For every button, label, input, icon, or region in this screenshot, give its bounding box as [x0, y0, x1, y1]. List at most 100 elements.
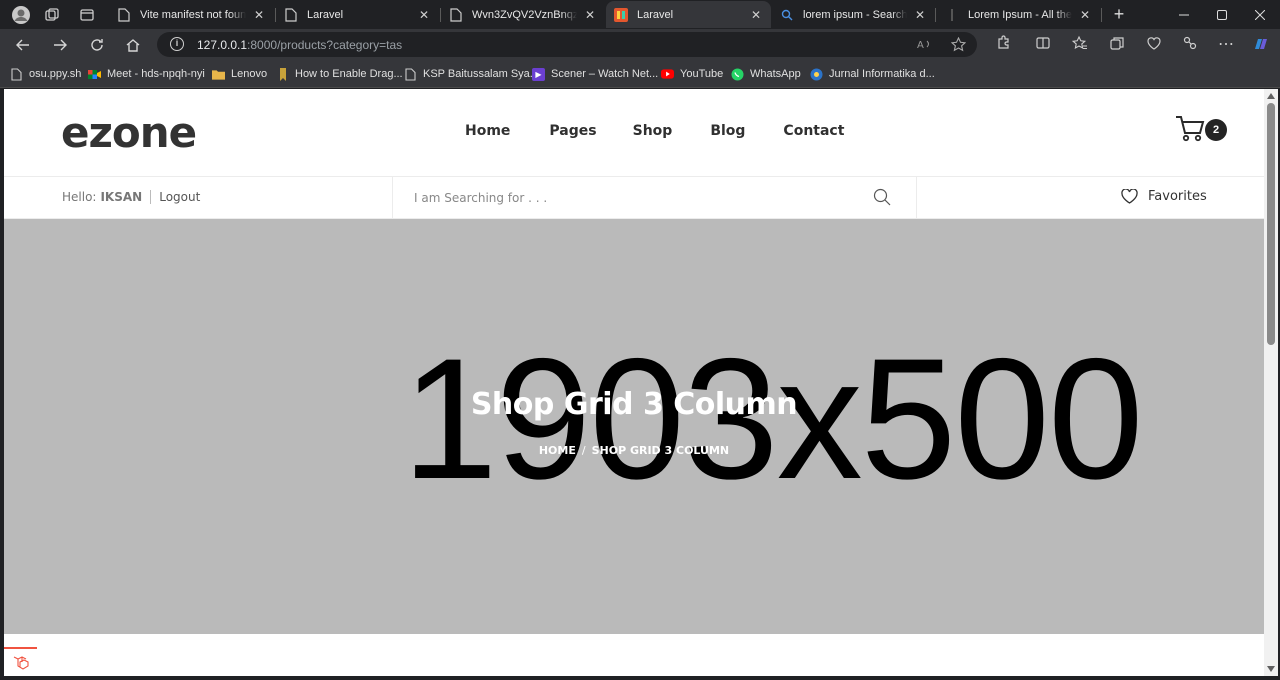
back-button[interactable] — [11, 33, 35, 57]
minimize-button[interactable] — [1165, 0, 1203, 29]
nav-contact[interactable]: Contact — [783, 123, 844, 139]
home-button[interactable] — [121, 33, 145, 57]
tab-strip: Vite manifest not found a ✕ Laravel ✕ Wv… — [0, 0, 1280, 29]
search-icon — [780, 8, 794, 22]
laravel-debugbar-icon[interactable] — [4, 647, 37, 676]
maximize-button[interactable] — [1203, 0, 1241, 29]
logout-link[interactable]: Logout — [159, 190, 200, 204]
nav-pages[interactable]: Pages — [549, 123, 596, 139]
star-icon[interactable] — [950, 36, 966, 53]
cart-button[interactable]: 2 — [1175, 115, 1235, 145]
lipsum-favicon — [945, 8, 959, 22]
youtube-icon — [661, 68, 674, 81]
new-tab-button[interactable]: + — [1108, 4, 1130, 26]
tab-laravel-1[interactable]: Laravel ✕ — [276, 1, 439, 28]
document-icon — [449, 7, 463, 22]
tab-title: lorem ipsum - Search — [803, 8, 907, 21]
copilot-sidebar-icon[interactable] — [1180, 35, 1200, 55]
svg-text:A: A — [917, 40, 924, 51]
close-icon[interactable]: ✕ — [252, 8, 266, 22]
username: IKSAN — [100, 190, 143, 204]
bookmark-icon — [276, 67, 289, 81]
breadcrumb-home[interactable]: HOME — [539, 444, 576, 457]
scroll-up-arrow[interactable] — [1267, 93, 1275, 99]
read-aloud-icon[interactable]: A — [917, 37, 933, 53]
refresh-button[interactable] — [85, 33, 109, 57]
tab-lorem-ipsum[interactable]: Lorem Ipsum - All the fac ✕ — [937, 1, 1100, 28]
tab-lorem-search[interactable]: lorem ipsum - Search ✕ — [772, 1, 935, 28]
copilot-icon[interactable] — [1251, 35, 1271, 55]
close-window-button[interactable] — [1241, 0, 1279, 29]
tab-separator — [1101, 8, 1102, 22]
page-banner: 1903x500 Shop Grid 3 Column HOME / SHOP GR… — [4, 219, 1264, 634]
browser-toolbar: i 127.0.0.1:8000/products?category=tas A… — [0, 29, 1280, 60]
split-screen-icon[interactable] — [1033, 35, 1053, 55]
cart-count-badge: 2 — [1205, 119, 1227, 141]
hello-label: Hello: — [62, 190, 97, 204]
main-nav: Home Pages Shop Blog Contact — [465, 123, 844, 139]
favorites-label: Favorites — [1148, 189, 1207, 204]
scroll-down-arrow[interactable] — [1267, 666, 1275, 672]
browser-essentials-icon[interactable] — [1144, 35, 1164, 55]
close-icon[interactable]: ✕ — [417, 8, 431, 22]
workspaces-icon[interactable] — [35, 0, 69, 29]
tab-random-id[interactable]: Wvn3ZvQV2VznBnqzZxIE ✕ — [441, 1, 605, 28]
bookmark-lenovo[interactable]: Lenovo — [212, 66, 267, 82]
heart-icon — [1121, 189, 1138, 204]
bookmark-osu[interactable]: osu.ppy.sh — [10, 66, 81, 82]
bookmark-ksp[interactable]: KSP Baitussalam Sya... — [404, 66, 539, 82]
bookmark-meet[interactable]: Meet - hds-npqh-nyi — [88, 66, 205, 82]
account-search-bar: Hello: IKSAN Logout Favorites — [4, 177, 1264, 219]
divider — [916, 177, 917, 219]
document-icon — [10, 67, 23, 81]
search-icon[interactable] — [873, 188, 893, 208]
document-icon — [404, 67, 417, 81]
bookmark-drag[interactable]: How to Enable Drag... — [276, 66, 403, 82]
scrollbar-thumb[interactable] — [1267, 103, 1275, 345]
bookmark-whatsapp[interactable]: WhatsApp — [731, 66, 801, 82]
breadcrumb-separator: / — [581, 444, 586, 457]
tab-separator — [935, 8, 936, 22]
close-icon[interactable]: ✕ — [913, 8, 927, 22]
site-favicon — [614, 7, 628, 22]
extensions-icon[interactable] — [993, 35, 1013, 55]
url-text[interactable]: 127.0.0.1:8000/products?category=tas — [197, 38, 402, 52]
divider — [392, 177, 393, 219]
profile-avatar[interactable] — [4, 0, 38, 29]
bookmark-youtube[interactable]: YouTube — [661, 66, 723, 82]
breadcrumb-current: SHOP GRID 3 COLUMN — [591, 444, 730, 457]
forward-button[interactable] — [48, 33, 72, 57]
bookmarks-bar: osu.ppy.sh Meet - hds-npqh-nyi Lenovo Ho… — [0, 60, 1280, 88]
nav-home[interactable]: Home — [465, 123, 510, 139]
close-icon[interactable]: ✕ — [749, 8, 763, 22]
document-icon — [284, 7, 298, 22]
nav-blog[interactable]: Blog — [710, 123, 745, 139]
tab-title: Laravel — [307, 8, 344, 21]
divider — [150, 190, 152, 204]
collections-icon[interactable] — [1107, 35, 1127, 55]
bookmark-scener[interactable]: ▶ Scener – Watch Net... — [532, 66, 658, 82]
folder-icon — [212, 68, 225, 81]
scener-icon: ▶ — [532, 67, 545, 81]
tab-laravel-active[interactable]: Laravel ✕ — [606, 1, 771, 28]
page-viewport: ezone Home Pages Shop Blog Contact 2 Hel… — [4, 89, 1264, 676]
document-icon — [117, 7, 131, 22]
tab-vite-manifest[interactable]: Vite manifest not found a ✕ — [109, 1, 274, 28]
close-icon[interactable]: ✕ — [583, 8, 597, 22]
tab-title: Lorem Ipsum - All the fac — [968, 8, 1072, 21]
tab-title: Vite manifest not found a — [140, 8, 246, 21]
breadcrumb: HOME / SHOP GRID 3 COLUMN — [4, 444, 1264, 457]
nav-shop[interactable]: Shop — [633, 123, 673, 139]
journal-icon — [810, 68, 823, 81]
site-info-icon[interactable]: i — [170, 37, 184, 51]
favorites-star-icon[interactable] — [1070, 35, 1090, 55]
address-bar[interactable]: i 127.0.0.1:8000/products?category=tas A — [157, 32, 977, 57]
vertical-scrollbar[interactable] — [1264, 89, 1278, 676]
close-icon[interactable]: ✕ — [1078, 8, 1092, 22]
search-input[interactable] — [414, 187, 864, 209]
site-logo[interactable]: ezone — [61, 108, 197, 157]
more-menu-icon[interactable]: ⋯ — [1216, 35, 1236, 55]
bookmark-jurnal[interactable]: Jurnal Informatika d... — [810, 66, 935, 82]
tab-actions-icon[interactable] — [70, 0, 104, 29]
favorites-link[interactable]: Favorites — [1121, 189, 1207, 204]
